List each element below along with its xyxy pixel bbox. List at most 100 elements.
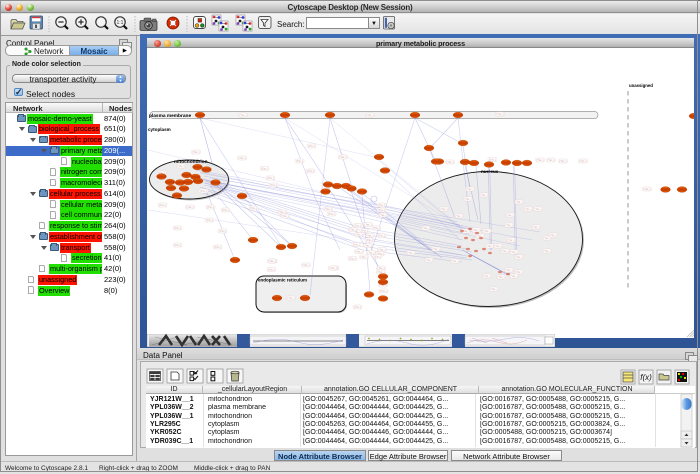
svg-text:(Yxx..): (Yxx..) xyxy=(296,160,303,163)
svg-text:(Yxx..): (Yxx..) xyxy=(239,157,246,160)
svg-text:(Yxx..): (Yxx..) xyxy=(644,188,651,191)
svg-text:(Yxx..): (Yxx..) xyxy=(365,245,372,248)
svg-text:(Yxx..): (Yxx..) xyxy=(379,249,386,252)
svg-text:(Yxx..): (Yxx..) xyxy=(533,226,540,229)
svg-text:(Yxx..): (Yxx..) xyxy=(433,248,440,251)
svg-text:(Yxx..): (Yxx..) xyxy=(367,114,374,117)
svg-text:(Yxx..): (Yxx..) xyxy=(465,198,472,201)
svg-text:(Yxx..): (Yxx..) xyxy=(487,245,494,248)
svg-text:(Yxx..): (Yxx..) xyxy=(187,206,194,209)
svg-text:cytoplasm: cytoplasm xyxy=(148,127,171,132)
svg-text:(Yxx..): (Yxx..) xyxy=(206,219,213,222)
svg-text:1:1: 1:1 xyxy=(117,20,124,26)
svg-text:(Yxx..): (Yxx..) xyxy=(463,230,470,233)
svg-text:(Yxx..): (Yxx..) xyxy=(456,215,463,218)
svg-text:(Yxx..): (Yxx..) xyxy=(544,250,551,253)
svg-text:(Yxx..): (Yxx..) xyxy=(525,208,532,211)
svg-text:(Yxx..): (Yxx..) xyxy=(481,194,488,197)
svg-text:(Yxx..): (Yxx..) xyxy=(378,267,385,270)
svg-text:(Yxx..): (Yxx..) xyxy=(267,177,274,180)
svg-text:(Yxx..): (Yxx..) xyxy=(467,188,474,191)
svg-text:(Yxx..): (Yxx..) xyxy=(356,234,363,237)
svg-text:(Yxx..): (Yxx..) xyxy=(282,215,289,218)
svg-text:(Yxx..): (Yxx..) xyxy=(207,206,214,209)
svg-text:(Yxx..): (Yxx..) xyxy=(516,271,523,274)
svg-text:(Yxx..): (Yxx..) xyxy=(580,160,587,163)
svg-text:(Yxx..): (Yxx..) xyxy=(222,209,229,212)
svg-text:(Yxx..): (Yxx..) xyxy=(426,259,433,262)
svg-text:(Yxx..): (Yxx..) xyxy=(484,275,491,278)
svg-text:(Yxx..): (Yxx..) xyxy=(361,256,368,259)
svg-text:(Yxx..): (Yxx..) xyxy=(178,165,185,168)
svg-text:(Yxx..): (Yxx..) xyxy=(373,227,380,230)
svg-text:(Yxx..): (Yxx..) xyxy=(506,224,513,227)
svg-text:(Yxx..): (Yxx..) xyxy=(378,235,385,238)
svg-text:(Yxx..): (Yxx..) xyxy=(325,208,332,211)
svg-text:(Yxx..): (Yxx..) xyxy=(361,230,368,233)
svg-text:(Yxx..): (Yxx..) xyxy=(544,237,551,240)
svg-text:(Yxx..): (Yxx..) xyxy=(269,260,276,263)
svg-text:(Yxx..): (Yxx..) xyxy=(288,297,295,300)
svg-text:(Yxx..): (Yxx..) xyxy=(511,275,518,278)
svg-text:(Yxx..): (Yxx..) xyxy=(378,209,385,212)
svg-text:(Yxx..): (Yxx..) xyxy=(219,230,226,233)
svg-text:endoplasmic reticulum: endoplasmic reticulum xyxy=(258,278,307,283)
svg-text:(Yxx..): (Yxx..) xyxy=(340,156,347,159)
svg-text:(Yxx..): (Yxx..) xyxy=(374,256,381,259)
svg-text:(Yxx..): (Yxx..) xyxy=(307,170,314,173)
svg-text:(Yxx..): (Yxx..) xyxy=(498,276,505,279)
svg-text:(Yxx..): (Yxx..) xyxy=(447,161,454,164)
svg-text:(Yxx..): (Yxx..) xyxy=(270,184,277,187)
svg-text:(Yxx..): (Yxx..) xyxy=(550,234,557,237)
svg-text:(Yxx..): (Yxx..) xyxy=(378,204,385,207)
svg-text:(Yxx..): (Yxx..) xyxy=(380,290,387,293)
svg-text:(Yxx..): (Yxx..) xyxy=(560,160,567,163)
svg-text:(Yxx..): (Yxx..) xyxy=(367,235,374,238)
svg-text:(Yxx..): (Yxx..) xyxy=(548,159,555,162)
svg-text:(Yxx..): (Yxx..) xyxy=(353,244,360,247)
svg-text:(Yxx..): (Yxx..) xyxy=(365,224,372,227)
svg-text:(Yxx..): (Yxx..) xyxy=(354,306,361,309)
svg-text:(Yxx..): (Yxx..) xyxy=(380,214,387,217)
svg-text:(Yxx..): (Yxx..) xyxy=(354,225,361,228)
svg-text:(Yxx..): (Yxx..) xyxy=(408,252,415,255)
svg-text:(Yxx..): (Yxx..) xyxy=(366,239,373,242)
svg-text:(Yxx..): (Yxx..) xyxy=(497,113,504,116)
svg-text:(Yxx..): (Yxx..) xyxy=(303,264,310,267)
svg-text:(Yxx..): (Yxx..) xyxy=(200,190,207,193)
svg-text:(Yxx..): (Yxx..) xyxy=(473,229,480,232)
svg-text:(Yxx..): (Yxx..) xyxy=(350,229,357,232)
svg-text:(Yxx..): (Yxx..) xyxy=(193,151,200,154)
svg-text:(Yxx..): (Yxx..) xyxy=(214,246,221,249)
svg-text:(Yxx..): (Yxx..) xyxy=(261,168,268,171)
svg-text:(Yxx..): (Yxx..) xyxy=(507,214,514,217)
svg-text:f(x): f(x) xyxy=(640,373,652,382)
svg-text:(Yxx..): (Yxx..) xyxy=(484,230,491,233)
svg-text:unassigned: unassigned xyxy=(629,83,653,88)
svg-text:(Yxx..): (Yxx..) xyxy=(452,260,459,263)
svg-text:(Yxx..): (Yxx..) xyxy=(174,227,181,230)
svg-text:(Yxx..): (Yxx..) xyxy=(349,258,356,261)
svg-text:(Yxx..): (Yxx..) xyxy=(516,201,523,204)
svg-text:(Yxx..): (Yxx..) xyxy=(489,159,496,162)
svg-text:(Yxx..): (Yxx..) xyxy=(308,145,315,148)
svg-text:(Yxx..): (Yxx..) xyxy=(508,239,515,242)
svg-text:(Yxx..): (Yxx..) xyxy=(441,208,448,211)
svg-text:(Yxx..): (Yxx..) xyxy=(328,213,335,216)
svg-text:(Yxx..): (Yxx..) xyxy=(356,251,363,254)
svg-text:(Yxx..): (Yxx..) xyxy=(502,250,509,253)
svg-text:(Yxx..): (Yxx..) xyxy=(174,244,181,247)
svg-text:plasma membrane: plasma membrane xyxy=(149,113,191,119)
svg-text:(Yxx..): (Yxx..) xyxy=(240,114,247,117)
svg-text:(Yxx..): (Yxx..) xyxy=(268,269,275,272)
svg-text:(Yxx..): (Yxx..) xyxy=(368,252,375,255)
svg-text:(Yxx..): (Yxx..) xyxy=(516,256,523,259)
svg-text:(Yxx..): (Yxx..) xyxy=(535,208,542,211)
svg-text:(Yxx..): (Yxx..) xyxy=(506,269,513,272)
svg-text:(Yxx..): (Yxx..) xyxy=(330,267,337,270)
svg-text:(Yxx..): (Yxx..) xyxy=(423,227,430,230)
svg-text:(Yxx..): (Yxx..) xyxy=(495,245,502,248)
svg-text:(Yxx..): (Yxx..) xyxy=(279,211,286,214)
svg-text:(Yxx..): (Yxx..) xyxy=(250,207,257,210)
svg-text:(Yxx..): (Yxx..) xyxy=(477,235,484,238)
